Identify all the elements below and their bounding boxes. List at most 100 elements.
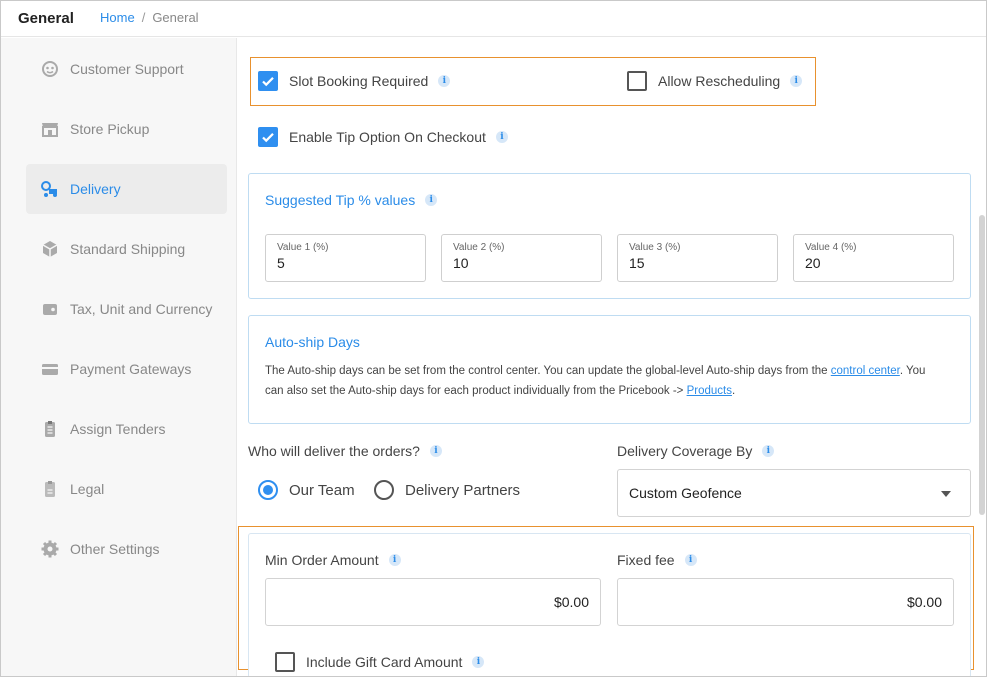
fixed-fee-input[interactable]: $0.00 [617,578,954,626]
tip-value-2-field[interactable]: Value 2 (%) 10 [441,234,602,282]
sidebar-item-label: Other Settings [70,541,160,557]
info-icon[interactable]: i [388,554,401,566]
tip-value-1-field[interactable]: Value 1 (%) 5 [265,234,426,282]
suggested-tip-card: Suggested Tip % values i Value 1 (%) 5 V… [248,173,971,299]
radio-delivery-partners[interactable]: Delivery Partners [374,480,520,500]
box-icon [39,239,61,259]
info-icon[interactable]: i [790,75,803,87]
tip-value-2-input[interactable]: 10 [453,255,589,271]
slot-booking-checkbox[interactable] [258,71,278,91]
tip-value-3-label: Value 3 (%) [629,242,681,253]
tip-value-3-input[interactable]: 15 [629,255,765,271]
delivery-icon [39,179,61,199]
autoship-text-1: The Auto-ship days can be set from the c… [265,365,831,377]
min-order-input[interactable]: $0.00 [265,578,601,626]
checkmark-icon [262,77,274,87]
who-delivers-label: Who will deliver the orders? i [248,443,442,459]
our-team-radio[interactable] [258,480,278,500]
sidebar-item-standard-shipping[interactable]: Standard Shipping [26,224,227,274]
sidebar-item-customer-support[interactable]: Customer Support [26,44,227,94]
wallet-icon [39,299,61,319]
who-delivers-label-text: Who will deliver the orders? [248,443,420,459]
tip-value-1-input[interactable]: 5 [277,255,413,271]
breadcrumb-current: General [152,10,199,25]
autoship-description: The Auto-ship days can be set from the c… [265,361,945,401]
tip-value-4-input[interactable]: 20 [805,255,941,271]
sidebar-item-label: Delivery [70,181,121,197]
coverage-label-text: Delivery Coverage By [617,443,753,459]
control-center-link[interactable]: control center [831,365,900,377]
page-header: General Home / General [1,1,986,37]
delivery-partners-radio[interactable] [374,480,394,500]
app-window: General Home / General Customer Support St… [0,0,987,677]
allow-rescheduling-option[interactable]: Allow Rescheduling i [627,71,803,91]
sidebar-item-label: Legal [70,481,105,497]
slot-booking-option[interactable]: Slot Booking Required i [258,71,451,91]
document-icon [39,479,61,499]
sidebar-item-label: Tax, Unit and Currency [70,301,213,317]
sidebar-item-label: Assign Tenders [70,421,166,437]
allow-rescheduling-checkbox[interactable] [627,71,647,91]
breadcrumb-home-link[interactable]: Home [100,10,135,25]
coverage-select-value: Custom Geofence [629,485,742,501]
radio-our-team[interactable]: Our Team [258,480,355,500]
autoship-title: Auto-ship Days [265,334,360,350]
chevron-down-icon [941,491,951,497]
sidebar-item-other-settings[interactable]: Other Settings [26,524,227,574]
breadcrumb-separator: / [141,10,146,25]
info-icon[interactable]: i [472,656,485,668]
sidebar-item-label: Store Pickup [70,121,150,137]
info-icon[interactable]: i [762,445,775,457]
info-icon[interactable]: i [438,75,451,87]
info-icon[interactable]: i [495,131,508,143]
min-order-label: Min Order Amount i [265,552,401,568]
coverage-select[interactable]: Custom Geofence [617,469,971,517]
sidebar-item-delivery[interactable]: Delivery [26,164,227,214]
scrollbar[interactable] [979,215,985,515]
sidebar-item-store-pickup[interactable]: Store Pickup [26,104,227,154]
sidebar-item-payment-gateways[interactable]: Payment Gateways [26,344,227,394]
sidebar-item-label: Standard Shipping [70,241,186,257]
enable-tip-label: Enable Tip Option On Checkout [289,129,486,145]
suggested-tip-title-text: Suggested Tip % values [265,192,416,208]
settings-sidebar: Customer Support Store Pickup Delivery S… [1,38,237,676]
fixed-fee-label: Fixed fee i [617,552,697,568]
min-order-label-text: Min Order Amount [265,552,379,568]
sidebar-item-legal[interactable]: Legal [26,464,227,514]
our-team-label: Our Team [289,481,355,499]
gear-icon [39,539,61,559]
breadcrumb: Home / General [100,10,199,25]
products-link[interactable]: Products [687,385,732,397]
allow-rescheduling-label: Allow Rescheduling [658,73,781,89]
autoship-days-card: Auto-ship Days The Auto-ship days can be… [248,315,971,424]
info-icon[interactable]: i [429,445,442,457]
include-gift-card-label: Include Gift Card Amount [306,654,463,670]
delivery-partners-label: Delivery Partners [405,481,521,499]
headset-icon [39,59,61,79]
info-icon[interactable]: i [684,554,697,566]
fixed-fee-label-text: Fixed fee [617,552,675,568]
autoship-text-3: . [731,385,736,397]
tip-value-4-field[interactable]: Value 4 (%) 20 [793,234,954,282]
page-title: General [18,10,74,27]
enable-tip-option[interactable]: Enable Tip Option On Checkout i [258,127,508,147]
clipboard-icon [39,419,61,439]
store-icon [39,119,61,139]
checkmark-icon [262,133,274,143]
tip-value-4-label: Value 4 (%) [805,242,857,253]
sidebar-item-label: Customer Support [70,61,184,77]
sidebar-item-tax-unit-currency[interactable]: Tax, Unit and Currency [26,284,227,334]
tip-value-2-label: Value 2 (%) [453,242,505,253]
coverage-label: Delivery Coverage By i [617,443,775,459]
sidebar-item-label: Payment Gateways [70,361,192,377]
tip-value-3-field[interactable]: Value 3 (%) 15 [617,234,778,282]
include-gift-card-checkbox[interactable] [275,652,295,672]
enable-tip-checkbox[interactable] [258,127,278,147]
sidebar-item-assign-tenders[interactable]: Assign Tenders [26,404,227,454]
slot-booking-label: Slot Booking Required [289,73,429,89]
include-gift-card-option[interactable]: Include Gift Card Amount i [275,652,485,672]
info-icon[interactable]: i [425,194,438,206]
delivery-settings-panel: Slot Booking Required i Allow Rescheduli… [238,38,978,676]
suggested-tip-title: Suggested Tip % values i [265,192,438,208]
card-icon [39,359,61,379]
